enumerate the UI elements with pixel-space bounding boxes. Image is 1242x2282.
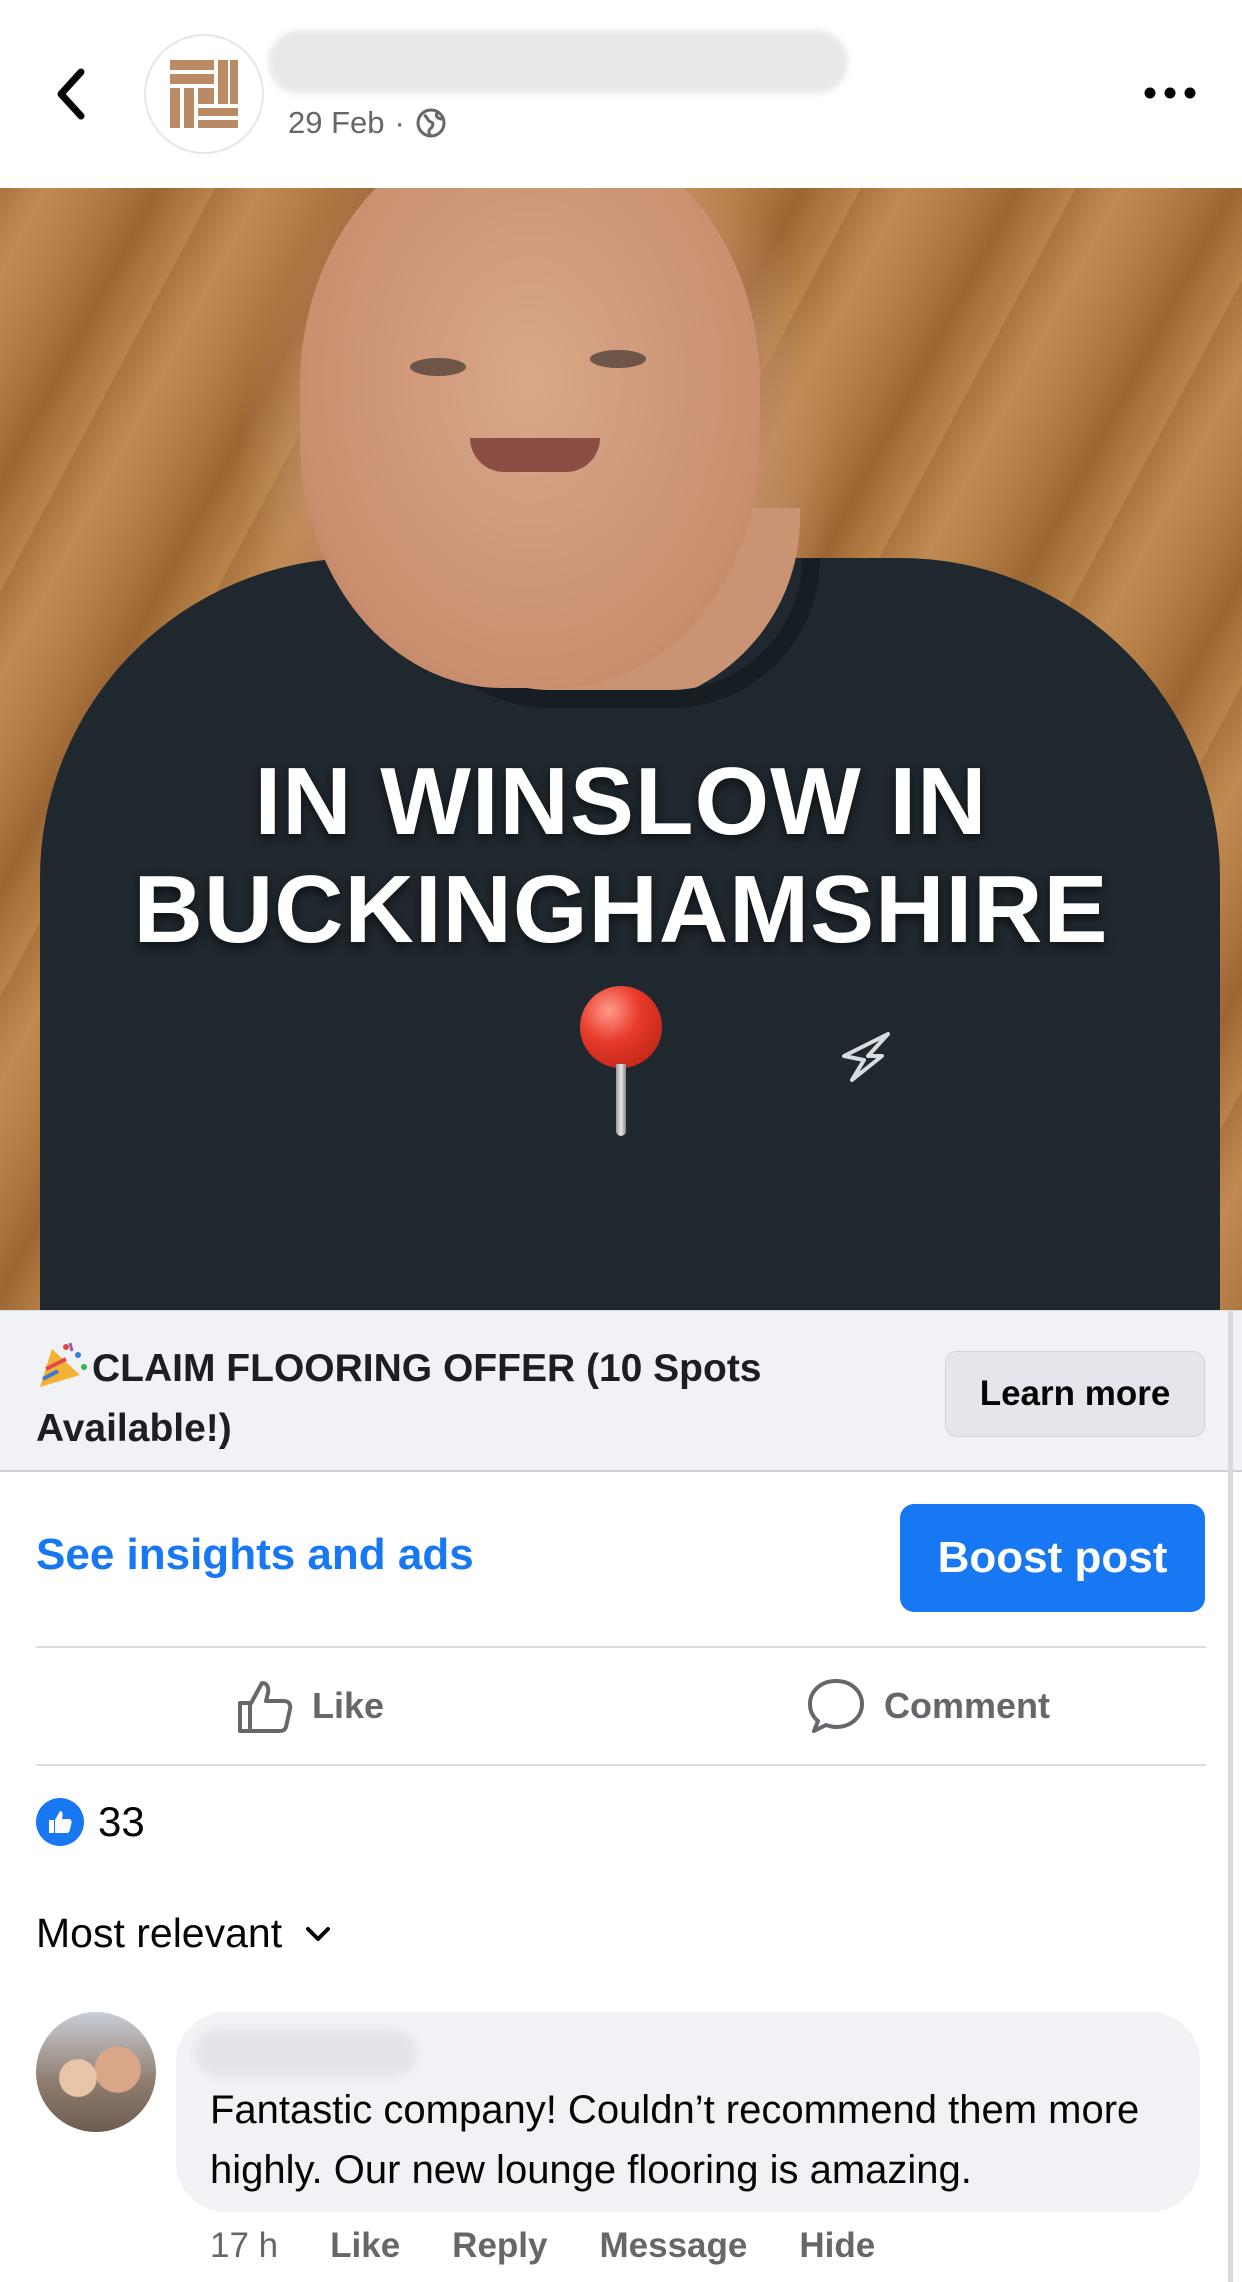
speech-bubble-icon <box>808 1679 864 1733</box>
comment-message-button[interactable]: Message <box>599 2226 747 2266</box>
post-meta: 29 Feb · <box>288 104 447 142</box>
comment-like-button[interactable]: Like <box>330 2226 400 2266</box>
comment-hide-button[interactable]: Hide <box>799 2226 875 2266</box>
thumbs-up-icon <box>238 1681 293 1733</box>
round-pushpin-icon <box>580 986 662 1068</box>
call-to-action-bar[interactable]: CLAIM FLOORING OFFER (10 Spots Available… <box>0 1310 1242 1472</box>
page-avatar[interactable] <box>144 34 264 154</box>
back-button[interactable] <box>44 58 96 130</box>
comment-sort-dropdown[interactable]: Most relevant <box>36 1910 332 1957</box>
chevron-left-icon <box>57 68 85 120</box>
video-caption: IN WINSLOW IN BUCKINGHAMSHIRE <box>0 748 1242 964</box>
see-insights-link[interactable]: See insights and ads <box>36 1530 474 1580</box>
meta-separator: · <box>394 105 405 140</box>
page-name-redacted[interactable] <box>268 30 848 94</box>
comment-timestamp[interactable]: 17 h <box>210 2226 278 2266</box>
shirt-brand-logo-icon <box>842 1032 890 1082</box>
cta-text-line1: CLAIM FLOORING OFFER (10 Spots <box>92 1347 762 1390</box>
parquet-logo-icon <box>170 60 238 128</box>
video-caption-line2: BUCKINGHAMSHIRE <box>133 856 1109 963</box>
reaction-count: 33 <box>98 1798 145 1845</box>
comment-sort-label: Most relevant <box>36 1910 283 1956</box>
boost-post-button[interactable]: Boost post <box>900 1504 1205 1612</box>
divider <box>36 1764 1206 1766</box>
round-pushpin-needle <box>616 1064 626 1136</box>
video-caption-line1: IN WINSLOW IN <box>254 748 988 855</box>
comment-bubble[interactable]: Fantastic company! Couldn’t recommend th… <box>176 2012 1200 2212</box>
party-popper-icon <box>40 1342 87 1387</box>
comment-action-button[interactable]: Comment <box>806 1668 1050 1744</box>
post-header: 29 Feb · <box>0 0 1242 188</box>
reaction-summary[interactable]: 33 <box>36 1798 145 1846</box>
scrollbar[interactable] <box>1228 1310 1233 2282</box>
cta-text-line2: Available!) <box>36 1407 232 1450</box>
like-reaction-icon <box>36 1798 84 1846</box>
ellipsis-icon <box>1144 87 1196 99</box>
divider <box>36 1646 1206 1648</box>
commenter-name-redacted[interactable] <box>196 2030 416 2076</box>
video-subject-mouth <box>470 438 600 472</box>
post-date[interactable]: 29 Feb <box>288 105 385 141</box>
commenter-avatar[interactable] <box>36 2012 156 2132</box>
comment-reply-button[interactable]: Reply <box>452 2226 547 2266</box>
video-subject-eye <box>590 350 646 368</box>
comment-action-label: Comment <box>884 1685 1051 1726</box>
video-subject-eye <box>410 358 466 376</box>
cta-headline: CLAIM FLOORING OFFER (10 Spots Available… <box>36 1339 896 1459</box>
learn-more-button[interactable]: Learn more <box>945 1351 1205 1437</box>
globe-icon <box>416 108 446 138</box>
comment-text: Fantastic company! Couldn’t recommend th… <box>210 2088 1140 2192</box>
chevron-down-icon <box>306 1926 331 1941</box>
like-action-button[interactable]: Like <box>236 1668 384 1744</box>
more-options-button[interactable] <box>1132 70 1208 116</box>
like-action-label: Like <box>312 1685 385 1726</box>
video-player[interactable]: IN WINSLOW IN BUCKINGHAMSHIRE <box>0 188 1242 1310</box>
comment-actions: 17 h Like Reply Message Hide <box>210 2226 875 2266</box>
